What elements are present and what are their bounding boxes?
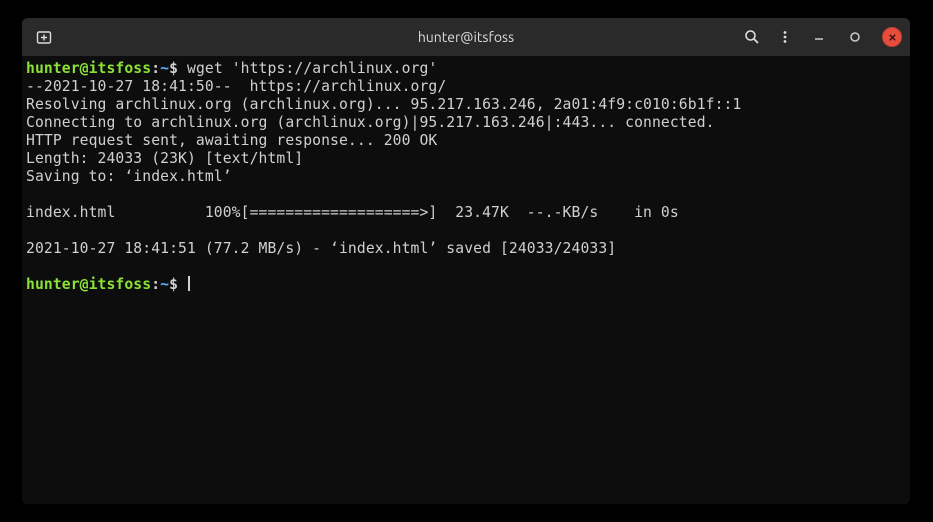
terminal-body[interactable]: hunter@itsfoss:~$ wget 'https://archlinu… [22, 56, 910, 504]
command-text: wget 'https://archlinux.org' [187, 60, 437, 77]
output-line: 2021-10-27 18:41:51 (77.2 MB/s) - ‘index… [26, 240, 616, 257]
close-button[interactable] [882, 27, 902, 47]
window-title: hunter@itsfoss [230, 29, 702, 45]
output-line: Connecting to archlinux.org (archlinux.o… [26, 114, 715, 131]
new-tab-icon [36, 29, 52, 45]
output-line: Length: 24033 (23K) [text/html] [26, 150, 303, 167]
maximize-button[interactable] [846, 28, 864, 46]
output-line: index.html 100%[===================>] 23… [26, 204, 679, 221]
search-button[interactable] [744, 29, 760, 45]
cursor [188, 276, 190, 291]
terminal-window: hunter@itsfoss [22, 18, 910, 504]
output-line: Resolving archlinux.org (archlinux.org).… [26, 96, 741, 113]
minimize-icon [813, 31, 825, 43]
search-icon [744, 29, 760, 45]
prompt-symbol: $ [169, 276, 178, 293]
maximize-icon [849, 31, 861, 43]
prompt-separator: : [151, 276, 160, 293]
output-line: HTTP request sent, awaiting response... … [26, 132, 437, 149]
prompt-cwd: ~ [160, 276, 169, 293]
prompt-separator: : [151, 60, 160, 77]
output-line: Saving to: ‘index.html’ [26, 168, 232, 185]
prompt-cwd: ~ [160, 60, 169, 77]
prompt-symbol: $ [169, 60, 178, 77]
titlebar-right [702, 27, 902, 47]
prompt-user-host: hunter@itsfoss [26, 276, 151, 293]
prompt-user-host: hunter@itsfoss [26, 60, 151, 77]
menu-button[interactable] [778, 30, 792, 44]
titlebar: hunter@itsfoss [22, 18, 910, 56]
kebab-menu-icon [778, 30, 792, 44]
titlebar-left [30, 23, 230, 51]
new-tab-button[interactable] [30, 23, 58, 51]
output-line: --2021-10-27 18:41:50-- https://archlinu… [26, 78, 446, 95]
close-icon [888, 33, 897, 42]
minimize-button[interactable] [810, 28, 828, 46]
